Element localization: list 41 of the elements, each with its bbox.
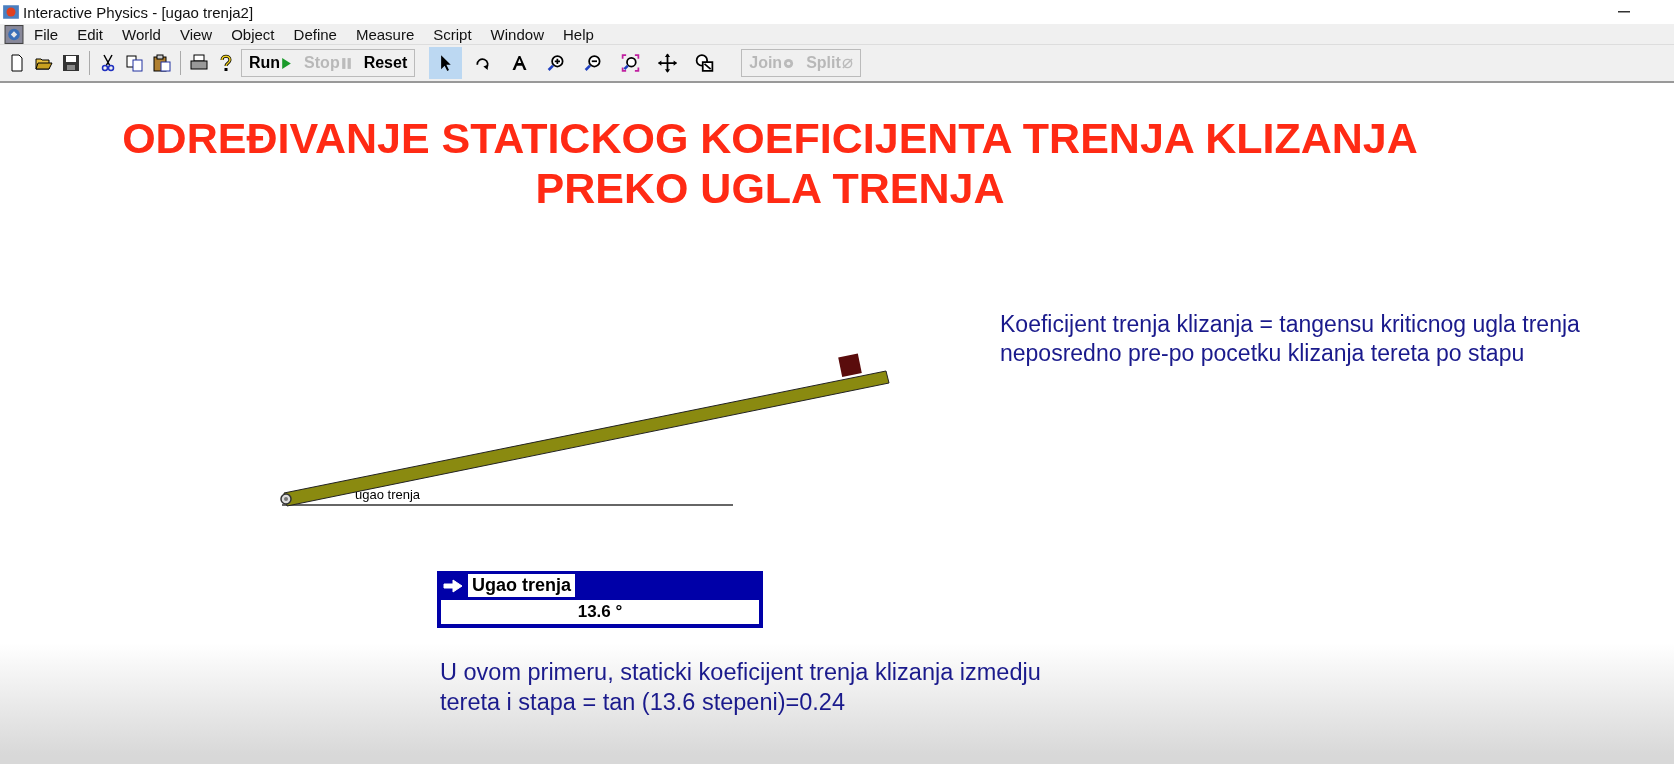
menu-item[interactable]: Measure [355, 25, 415, 43]
copy-icon[interactable] [126, 54, 144, 72]
slashed-circle-icon [841, 56, 853, 70]
menu-item[interactable]: View [179, 25, 213, 43]
meter-title: Ugao trenja [468, 574, 576, 597]
menu-item[interactable]: Define [293, 25, 337, 43]
minimize-icon[interactable] [1618, 10, 1630, 14]
play-icon [281, 56, 293, 70]
toolbar-button[interactable]: Reset [360, 52, 411, 74]
menu-item[interactable]: Object [231, 25, 275, 43]
menu-item[interactable]: World [122, 25, 161, 43]
incline-rod[interactable] [283, 370, 890, 507]
conclusion-text: tereta i stapa = tan (13.6 stepeni)=0.24 [440, 688, 846, 717]
heading-text: ODREĐIVANJE STATICKOG KOEFICIJENTA TRENJA KLIZANJA [121, 113, 1419, 163]
menu-item[interactable]: Script [433, 25, 472, 43]
note-text: Koeficijent trenja klizanja = tangensu kriticnog ugla trenja [1000, 310, 1580, 339]
angle-label: ugao trenja [355, 487, 421, 502]
pause-icon [340, 56, 352, 70]
window-title: Interactive Physics - [ugao trenja2] [23, 3, 254, 21]
block[interactable] [838, 353, 862, 377]
scissors-icon[interactable] [99, 54, 117, 72]
menu-item[interactable]: Edit [77, 25, 104, 43]
pivot-joint[interactable] [280, 493, 292, 505]
pointer-icon[interactable] [429, 47, 463, 79]
clipboard-icon[interactable] [153, 54, 171, 72]
menu-item[interactable]: Window [490, 25, 544, 43]
app-icon [2, 3, 20, 21]
conclusion-text: U ovom primeru, staticki koeficijent trenja klizanja izmedju [440, 658, 1041, 687]
heading-text: PREKO UGLA TRENJA [534, 163, 1006, 213]
ring-icon [783, 56, 795, 70]
document-icon[interactable] [4, 24, 24, 44]
new-file-icon[interactable] [8, 54, 26, 72]
save-icon[interactable] [62, 54, 80, 72]
arrow-icon[interactable] [443, 578, 463, 593]
menu-item[interactable]: File [34, 25, 59, 43]
printer-icon[interactable] [190, 54, 208, 72]
meter-value: 13.6 ° [441, 600, 759, 624]
note-text: neposredno pre-po pocetku klizanja tereta po stapu [1000, 339, 1526, 368]
toolbar-button[interactable]: Run [246, 52, 296, 74]
menu-item[interactable]: Help [562, 25, 594, 43]
meter-panel[interactable]: Ugao trenja 13.6 ° [437, 571, 763, 628]
